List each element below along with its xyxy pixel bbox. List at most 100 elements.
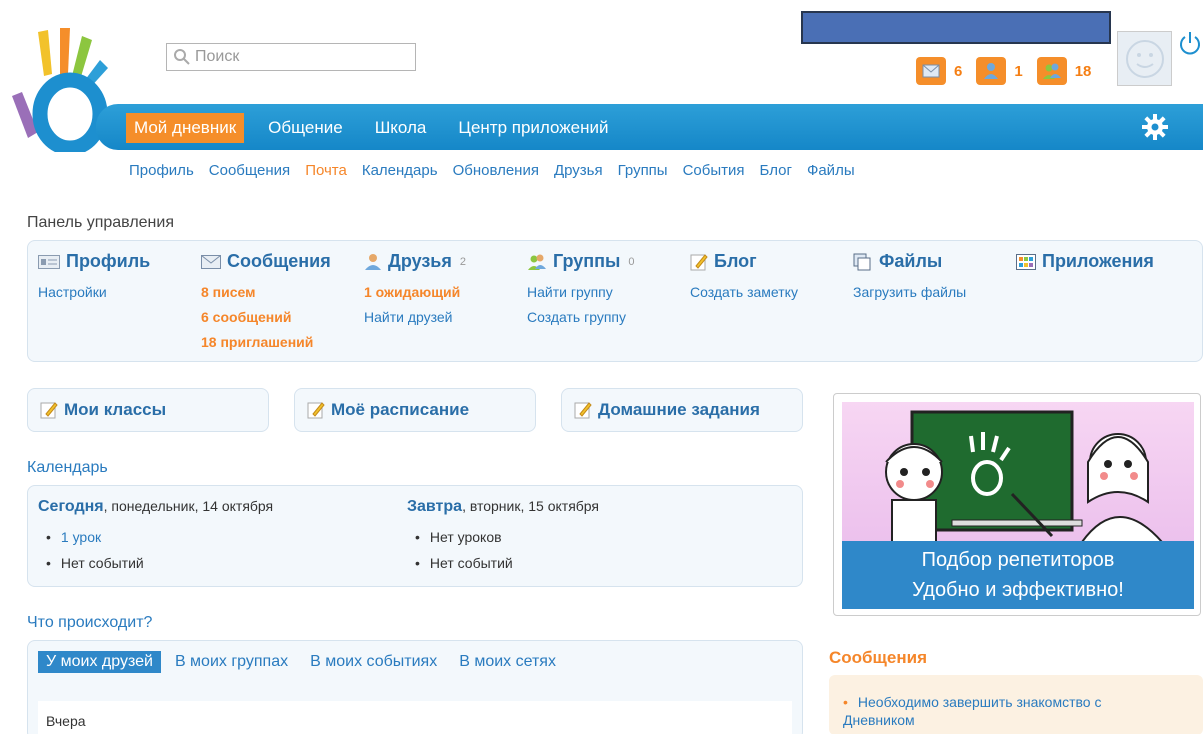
subnav-events[interactable]: События [683, 162, 745, 179]
subnav-mail[interactable]: Почта [305, 162, 347, 179]
list-item: Нет уроков [415, 524, 599, 550]
panel-blog-link[interactable]: Блог [690, 251, 798, 272]
subnav-messages[interactable]: Сообщения [209, 162, 290, 179]
message-item[interactable]: Необходимо завершить знакомство с Дневни… [843, 693, 1153, 729]
homework-button[interactable]: Домашние задания [561, 388, 803, 432]
tab-my-groups[interactable]: В моих группах [167, 651, 296, 673]
panel-profile-link[interactable]: Профиль [38, 251, 150, 272]
create-note-link[interactable]: Создать заметку [690, 280, 798, 305]
panel-apps-title: Приложения [1042, 251, 1154, 271]
main-navigation: Мой дневник Общение Школа Центр приложен… [96, 104, 1203, 150]
nav-school[interactable]: Школа [367, 113, 435, 143]
my-schedule-label: Моё расписание [331, 400, 470, 419]
panel-apps-link[interactable]: Приложения [1016, 251, 1154, 272]
panel-col-profile: Профиль Настройки [38, 251, 150, 305]
friends-badge: 2 [459, 255, 466, 268]
lessons-link[interactable]: 1 урок [61, 529, 101, 545]
no-events-text: Нет событий [429, 555, 513, 571]
friends-count: 1 [1014, 62, 1023, 80]
feed-section-label: Вчера [46, 713, 86, 729]
ad-line1: Подбор репетиторов [921, 549, 1115, 571]
apps-icon [1016, 253, 1036, 270]
subnav-files[interactable]: Файлы [807, 162, 855, 179]
panel-col-groups: Группы 0 Найти группу Создать группу [527, 251, 635, 330]
control-panel: Профиль Настройки Сообщения 8 писем 6 со… [27, 240, 1203, 362]
subnav-blog[interactable]: Блог [760, 162, 792, 179]
whats-happening-panel: У моих друзей В моих группах В моих собы… [27, 640, 803, 734]
find-group-link[interactable]: Найти группу [527, 280, 635, 305]
subnav-profile[interactable]: Профиль [129, 162, 194, 179]
search-icon [174, 49, 190, 65]
no-lessons-text: Нет уроков [429, 529, 502, 545]
pending-link[interactable]: 1 ожидающий [364, 280, 466, 305]
invitations-link[interactable]: 18 приглашений [201, 330, 331, 355]
gear-icon[interactable] [1141, 113, 1169, 141]
letters-link[interactable]: 8 писем [201, 280, 331, 305]
panel-messages-link[interactable]: Сообщения [201, 251, 331, 272]
person-icon [365, 253, 381, 270]
sub-navigation: Профиль Сообщения Почта Календарь Обновл… [129, 162, 855, 179]
messages-box: Необходимо завершить знакомство с Дневни… [829, 675, 1203, 734]
nav-app-center[interactable]: Центр приложений [450, 113, 616, 143]
tomorrow-date: , вторник, 15 октября [462, 498, 600, 514]
pencil-icon [690, 253, 708, 270]
logout-icon[interactable] [1178, 30, 1202, 56]
my-classes-label: Мои классы [64, 400, 167, 419]
panel-groups-title: Группы [553, 251, 621, 271]
panel-files-title: Файлы [879, 251, 943, 271]
panel-groups-link[interactable]: Группы 0 [527, 251, 635, 272]
ad-text: Подбор репетиторов Удобно и эффективно! [842, 545, 1194, 605]
create-group-link[interactable]: Создать группу [527, 305, 635, 330]
panel-files-link[interactable]: Файлы [853, 251, 966, 272]
tomorrow-label[interactable]: Завтра [407, 498, 462, 515]
pencil-icon [574, 402, 592, 419]
tab-my-networks[interactable]: В моих сетях [451, 651, 564, 673]
envelope-icon [201, 254, 221, 269]
group-icon [1036, 57, 1067, 85]
subnav-groups[interactable]: Группы [618, 162, 668, 179]
panel-profile-title: Профиль [66, 251, 151, 271]
tab-my-friends[interactable]: У моих друзей [38, 651, 161, 673]
search-box[interactable] [166, 43, 416, 71]
avatar[interactable] [1117, 31, 1172, 86]
tab-my-events[interactable]: В моих событиях [302, 651, 445, 673]
mail-counter[interactable]: 6 [916, 57, 962, 85]
panel-messages-title: Сообщения [227, 251, 331, 271]
smiley-icon [1125, 39, 1164, 78]
panel-friends-link[interactable]: Друзья 2 [364, 251, 466, 272]
messages-title: Сообщения [829, 648, 927, 667]
my-classes-button[interactable]: Мои классы [27, 388, 269, 432]
subnav-updates[interactable]: Обновления [453, 162, 539, 179]
settings-link[interactable]: Настройки [38, 280, 150, 305]
today-date: , понедельник, 14 октября [103, 498, 274, 514]
panel-title: Панель управления [27, 214, 174, 231]
panel-col-apps: Приложения [1016, 251, 1154, 272]
mail-count: 6 [954, 62, 963, 80]
today-label[interactable]: Сегодня [38, 498, 104, 515]
invitations-count: 18 [1074, 62, 1092, 80]
my-schedule-button[interactable]: Моё расписание [294, 388, 536, 432]
ad-image: Подбор репетиторов Удобно и эффективно! [842, 402, 1194, 609]
calendar-panel: Сегодня, понедельник, 14 октября 1 урок … [27, 485, 803, 587]
find-friends-link[interactable]: Найти друзей [364, 305, 466, 330]
nav-communication[interactable]: Общение [260, 113, 351, 143]
profile-card-icon [38, 254, 60, 269]
messages-count-link[interactable]: 6 сообщений [201, 305, 331, 330]
friends-counter[interactable]: 1 [976, 57, 1023, 85]
calendar-title[interactable]: Календарь [27, 459, 108, 477]
whats-happening-title: Что происходит? [27, 614, 153, 631]
groups-badge: 0 [628, 255, 635, 268]
ad-line2: Удобно и эффективно! [912, 579, 1124, 601]
mail-icon [916, 57, 946, 85]
upload-files-link[interactable]: Загрузить файлы [853, 280, 966, 305]
person-icon [976, 57, 1007, 85]
list-item: Нет событий [415, 550, 599, 576]
subnav-calendar[interactable]: Календарь [362, 162, 438, 179]
nav-my-diary[interactable]: Мой дневник [126, 113, 245, 143]
subnav-friends[interactable]: Друзья [554, 162, 603, 179]
tutor-ad-banner[interactable]: Подбор репетиторов Удобно и эффективно! [833, 393, 1201, 616]
group-icon [528, 254, 546, 270]
search-input[interactable] [195, 48, 405, 66]
invitations-counter[interactable]: 18 [1036, 57, 1092, 85]
panel-friends-title: Друзья [388, 251, 452, 271]
